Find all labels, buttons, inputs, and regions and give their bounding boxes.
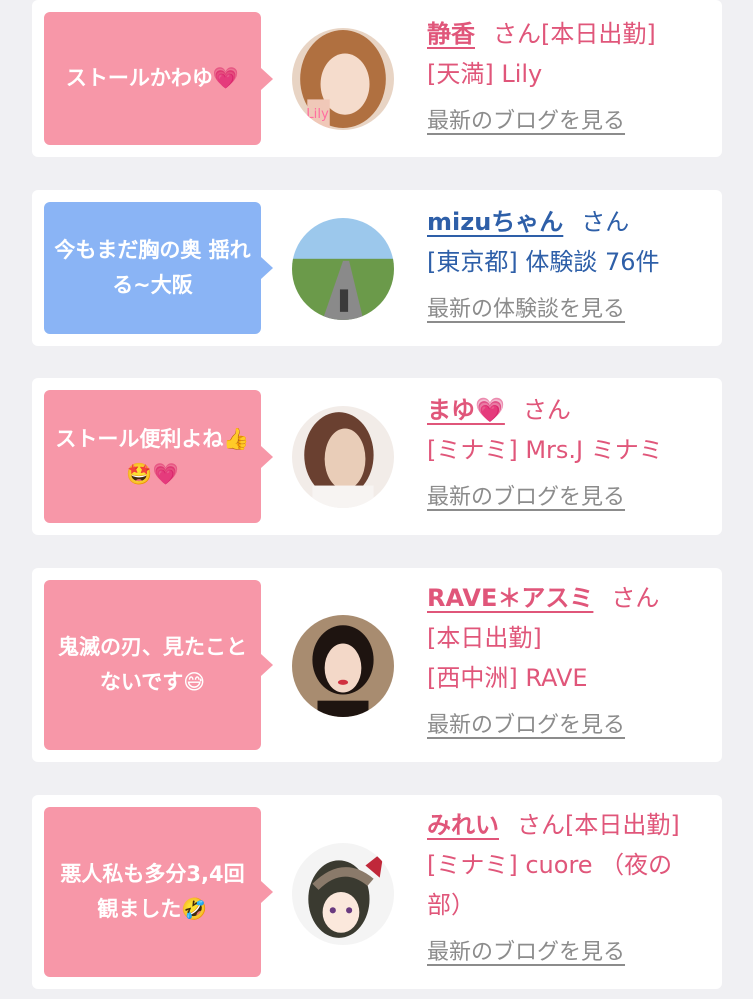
avatar-photo: Lily — [292, 28, 394, 130]
latest-blog-link[interactable]: 最新のブログを見る — [427, 935, 625, 971]
message-bubble[interactable]: 今もまだ胸の奥 揺れる~大阪 — [44, 202, 273, 334]
message-bubble[interactable]: 悪人私も多分3,4回観ました🤣 — [44, 807, 273, 977]
user-name-link[interactable]: みれい — [427, 811, 499, 839]
message-bubble[interactable]: 鬼滅の刃、見たことないです😅 — [44, 580, 273, 750]
latest-blog-link[interactable]: 最新のブログを見る — [427, 708, 625, 744]
latest-blog-link[interactable]: 最新のブログを見る — [427, 104, 625, 140]
avatar[interactable]: Lily — [292, 28, 394, 130]
status-info: [本日出勤] — [427, 624, 542, 652]
avatar-photo — [292, 218, 394, 320]
honorific: さん[本日出勤] — [517, 811, 680, 839]
shop-info: [西中洲] RAVE — [427, 664, 588, 692]
user-name-link[interactable]: まゆ💗 — [427, 396, 505, 424]
shop-info-cont: 部） — [427, 891, 475, 919]
latest-review-link[interactable]: 最新の体験談を見る — [427, 292, 625, 328]
svg-text:Lily: Lily — [306, 107, 329, 122]
diary-card[interactable]: 今もまだ胸の奥 揺れる~大阪 mizuちゃん さん [東京都] 体験談 76件 最… — [32, 190, 722, 346]
avatar[interactable] — [292, 218, 394, 320]
avatar-photo — [292, 406, 394, 508]
message-bubble[interactable]: ストールかわゆ💗 — [44, 12, 273, 145]
message-bubble[interactable]: ストール便利よね👍🤩💗 — [44, 390, 273, 523]
avatar[interactable] — [292, 615, 394, 717]
diary-card[interactable]: 鬼滅の刃、見たことないです😅 RAVE＊アスミ さん [本日出勤] [西中洲] R… — [32, 568, 722, 762]
diary-card[interactable]: ストール便利よね👍🤩💗 まゆ💗 さん [ミナミ] Mrs.J ミナミ 最新のブログ… — [32, 378, 722, 535]
avatar-photo — [292, 843, 394, 945]
diary-card[interactable]: ストールかわゆ💗 Lily 静香 さん[本日出勤] [天満] Lily 最新のブロ… — [32, 0, 722, 157]
shop-info: [天満] Lily — [427, 60, 543, 88]
avatar-photo — [292, 615, 394, 717]
honorific: さん[本日出勤] — [493, 20, 656, 48]
user-name-link[interactable]: 静香 — [427, 20, 475, 48]
user-name-link[interactable]: mizuちゃん — [427, 208, 563, 236]
honorific: さん — [522, 396, 571, 424]
avatar[interactable] — [292, 843, 394, 945]
diary-card[interactable]: 悪人私も多分3,4回観ました🤣 みれい さん[本日出勤] [ミナミ] cuore … — [32, 795, 722, 989]
user-name-link[interactable]: RAVE＊アスミ — [427, 584, 593, 612]
honorific: さん — [581, 208, 630, 236]
avatar[interactable] — [292, 406, 394, 508]
latest-blog-link[interactable]: 最新のブログを見る — [427, 480, 625, 516]
shop-info: [ミナミ] cuore （夜の — [427, 851, 673, 879]
honorific: さん — [611, 584, 660, 612]
shop-info: [ミナミ] Mrs.J ミナミ — [427, 436, 663, 464]
shop-info: [東京都] 体験談 76件 — [427, 248, 660, 276]
